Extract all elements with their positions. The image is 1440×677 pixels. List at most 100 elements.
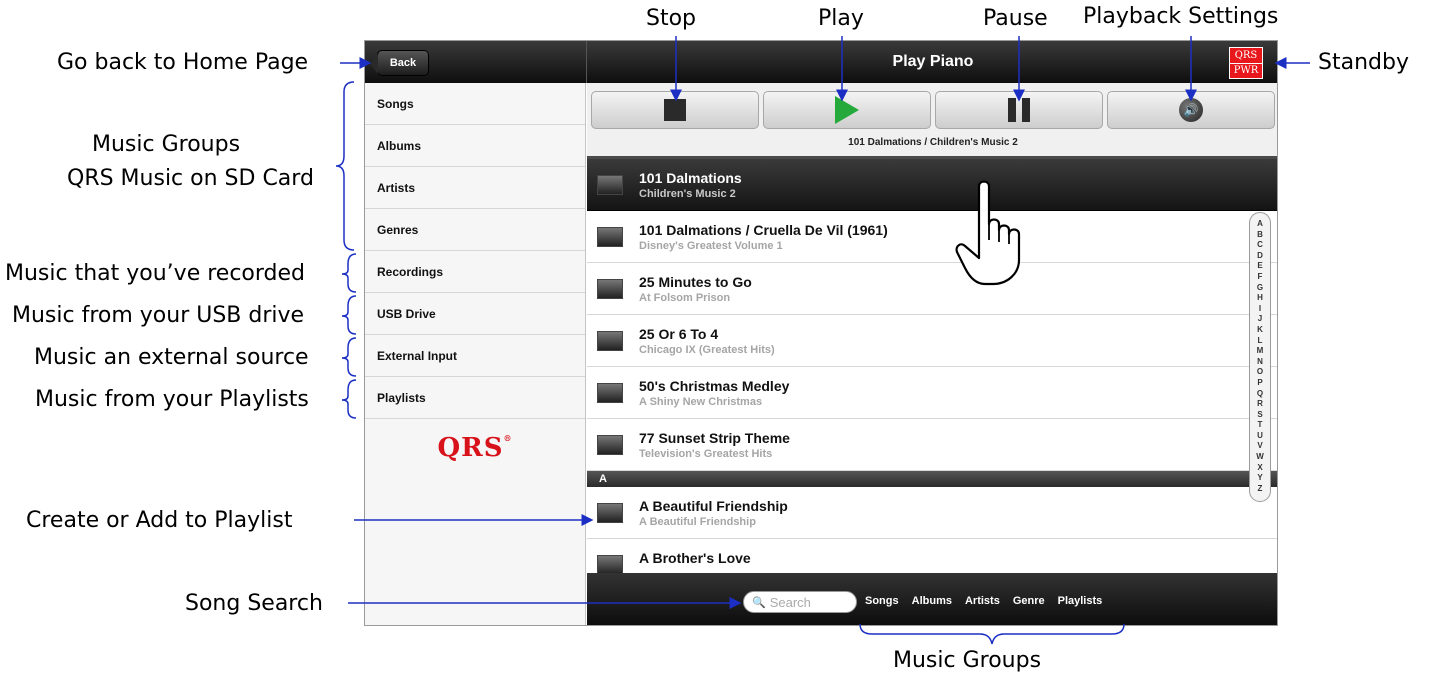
add-to-playlist-icon[interactable] [597,503,623,523]
recorded-annotation: Music that you’ve recorded [5,261,305,286]
song-row[interactable]: 101 Dalmations / Cruella De Vil (1961) D… [587,211,1277,263]
stop-button[interactable] [591,91,759,129]
transport-controls: 🔊 101 Dalmations / Children's Music 2 [587,83,1277,156]
alpha-letter[interactable]: M [1257,346,1264,357]
add-to-playlist-icon[interactable] [597,227,623,247]
qrs-logo-text: QRS [437,433,504,463]
now-playing-label: 101 Dalmations / Children's Music 2 [848,137,1018,148]
add-to-playlist-icon[interactable] [597,435,623,455]
tab-artists[interactable]: Artists [965,595,1000,607]
tab-playlists[interactable]: Playlists [1058,595,1103,607]
usb-annotation: Music from your USB drive [12,303,305,328]
song-search-annotation: Song Search [185,591,323,616]
stop-icon [664,99,686,121]
song-album: Television's Greatest Hits [639,448,773,460]
alpha-letter[interactable]: Z [1258,484,1263,495]
section-header-a: A [587,471,1277,487]
add-to-playlist-icon[interactable] [597,331,623,351]
alpha-letter[interactable]: T [1258,420,1263,431]
sidebar-item-external-input[interactable]: External Input [365,335,585,377]
player-window: Back Play Piano QRS PWR Songs Albums Art… [364,40,1278,626]
song-list: 101 Dalmations Children's Music 2 101 Da… [587,156,1277,573]
alpha-letter[interactable]: G [1257,283,1263,294]
standby-power-button[interactable]: QRS PWR [1229,47,1263,79]
sidebar: Songs Albums Artists Genres Recordings U… [365,83,586,625]
playback-settings-button[interactable]: 🔊 [1107,91,1275,129]
back-button[interactable]: Back [370,50,429,76]
back-annotation: Go back to Home Page [57,50,309,75]
song-row[interactable]: 77 Sunset Strip Theme Television's Great… [587,419,1277,471]
bottom-bar: 🔍 Songs Albums Artists Genre Playlists [587,573,1277,625]
alpha-letter[interactable]: H [1257,293,1263,304]
alpha-letter[interactable]: K [1257,325,1263,336]
playback-settings-annotation: Playback Settings [1083,4,1279,29]
play-icon [835,96,859,124]
music-groups-bottom-annotation: Music Groups [893,648,1042,673]
add-to-playlist-icon[interactable] [597,555,623,573]
alpha-letter[interactable]: E [1257,261,1262,272]
song-row[interactable]: 101 Dalmations Children's Music 2 [587,159,1277,211]
alpha-letter[interactable]: S [1257,410,1262,421]
alphabet-index[interactable]: ABCDEFGHIJKLMNOPQRSTUVWXYZ [1249,212,1271,502]
alpha-letter[interactable]: Y [1257,473,1262,484]
alpha-letter[interactable]: P [1257,378,1262,389]
sidebar-item-albums[interactable]: Albums [365,125,585,167]
song-title: 50's Christmas Medley [639,378,790,394]
add-to-playlist-icon[interactable] [597,175,623,195]
add-to-playlist-icon[interactable] [597,383,623,403]
power-label-top: QRS [1234,50,1258,61]
alpha-letter[interactable]: X [1257,463,1262,474]
tab-genre[interactable]: Genre [1013,595,1045,607]
pause-annotation: Pause [983,6,1048,31]
alpha-letter[interactable]: L [1258,336,1263,347]
sidebar-item-usb-drive[interactable]: USB Drive [365,293,585,335]
hand-pointer-icon [955,180,1021,286]
playlists-annotation: Music from your Playlists [35,387,309,412]
song-title: 25 Or 6 To 4 [639,326,719,342]
song-title: 101 Dalmations [639,170,742,186]
song-album: A Shiny New Christmas [639,396,763,408]
pause-button[interactable] [935,91,1103,129]
search-box[interactable]: 🔍 [743,591,857,613]
tab-songs[interactable]: Songs [865,595,899,607]
alpha-letter[interactable]: N [1257,357,1263,368]
speaker-icon: 🔊 [1179,98,1203,122]
alpha-letter[interactable]: U [1257,431,1263,442]
alpha-letter[interactable]: Q [1257,389,1263,400]
sidebar-item-songs[interactable]: Songs [365,83,585,125]
song-title: 101 Dalmations / Cruella De Vil (1961) [639,222,888,238]
alpha-letter[interactable]: B [1257,230,1263,241]
sidebar-item-playlists[interactable]: Playlists [365,377,585,419]
alpha-letter[interactable]: J [1258,314,1262,325]
song-album: A Beautiful Friendship [639,516,756,528]
song-row[interactable]: 25 Or 6 To 4 Chicago IX (Greatest Hits) [587,315,1277,367]
alpha-letter[interactable]: C [1257,240,1263,251]
song-row[interactable]: A Brother's Love [587,539,1277,573]
song-title: A Beautiful Friendship [639,498,788,514]
song-row[interactable]: 50's Christmas Medley A Shiny New Christ… [587,367,1277,419]
alpha-letter[interactable]: A [1257,219,1263,230]
page-title: Play Piano [892,53,974,70]
alpha-letter[interactable]: F [1258,272,1263,283]
tab-albums[interactable]: Albums [912,595,952,607]
sidebar-item-genres[interactable]: Genres [365,209,585,251]
stop-annotation: Stop [646,6,697,31]
top-bar: Back Play Piano QRS PWR [365,41,1277,83]
alpha-letter[interactable]: V [1257,441,1262,452]
song-title: A Brother's Love [639,550,751,566]
alpha-letter[interactable]: W [1256,452,1264,463]
sidebar-item-recordings[interactable]: Recordings [365,251,585,293]
sidebar-item-artists[interactable]: Artists [365,167,585,209]
alpha-letter[interactable]: R [1257,399,1263,410]
search-input[interactable] [769,594,846,610]
song-album: At Folsom Prison [639,292,731,304]
qrs-logo: QRS® [430,433,520,463]
alpha-letter[interactable]: O [1257,367,1263,378]
song-row[interactable]: 25 Minutes to Go At Folsom Prison [587,263,1277,315]
song-album: Chicago IX (Greatest Hits) [639,344,775,356]
play-button[interactable] [763,91,931,129]
add-to-playlist-icon[interactable] [597,279,623,299]
alpha-letter[interactable]: I [1259,304,1261,315]
song-row[interactable]: A Beautiful Friendship A Beautiful Frien… [587,487,1277,539]
alpha-letter[interactable]: D [1257,251,1263,262]
